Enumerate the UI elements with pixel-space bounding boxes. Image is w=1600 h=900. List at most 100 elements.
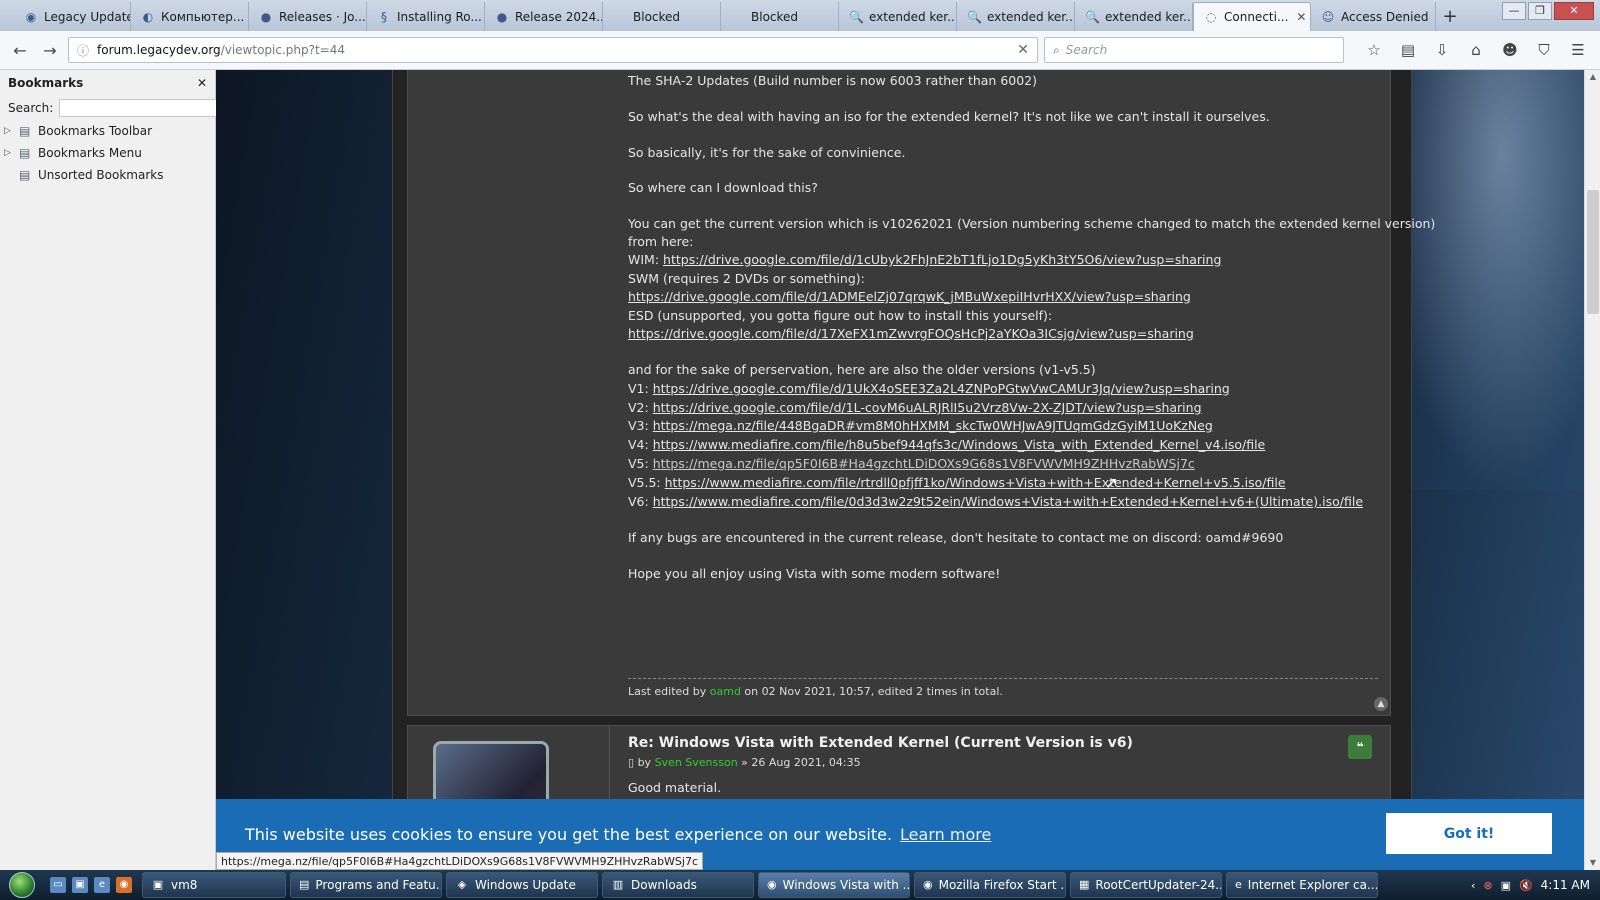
minimize-button[interactable]: —	[1502, 2, 1526, 20]
sidebar-search-input[interactable]	[59, 99, 218, 117]
tab[interactable]: Blocked	[721, 2, 839, 31]
taskbar-button[interactable]: ▤ Programs and Featu...	[290, 872, 442, 898]
taskbar-button[interactable]: ◉ Mozilla Firefox Start ...	[914, 872, 1066, 898]
pocket-icon[interactable]: ⛉	[1534, 41, 1554, 59]
firefox-icon[interactable]: ◉	[116, 877, 132, 893]
bookmark-folder[interactable]: ▤ Unsorted Bookmarks	[0, 164, 215, 186]
chat-icon[interactable]: ☻	[1500, 41, 1520, 59]
back-to-top-icon[interactable]: ▲	[1374, 697, 1388, 711]
download-link[interactable]: https://drive.google.com/file/d/1ADMEelZ…	[628, 289, 1191, 304]
download-link[interactable]: https://www.mediafire.com/file/h8u5bef94…	[653, 437, 1266, 452]
tab[interactable]: ◐ Компьютер...	[131, 2, 249, 31]
quote-button[interactable]: ❝	[1348, 735, 1372, 759]
expand-icon[interactable]: ▷	[4, 148, 14, 158]
sidebar-search-label: Search:	[8, 101, 54, 115]
taskbar-button-label: Windows Update	[475, 878, 576, 892]
link-prefix: V1:	[628, 381, 653, 396]
url-bar[interactable]: ⓘ forum.legacydev.org /viewtopic.php?t=4…	[68, 37, 1038, 63]
quick-launch: ▭ ▣ e ◉	[44, 877, 138, 893]
network-icon[interactable]: ▣	[1501, 879, 1511, 892]
post-line: You can get the current version which is…	[628, 216, 1436, 231]
url-path: /viewtopic.php?t=44	[220, 43, 346, 57]
download-link[interactable]: https://drive.google.com/file/d/1UkX4oSE…	[653, 381, 1230, 396]
site-info-icon[interactable]: ⓘ	[77, 42, 89, 59]
maximize-button[interactable]: ❐	[1528, 2, 1552, 20]
taskbar-button[interactable]: ▣ vm8	[142, 872, 286, 898]
post-line: V1: https://drive.google.com/file/d/1UkX…	[628, 381, 1230, 396]
tab[interactable]: ☺ Access Denied	[1311, 2, 1436, 31]
taskbar-button[interactable]: ◉ Windows Vista with ...	[758, 872, 910, 898]
taskbar-items: ▣ vm8 ▤ Programs and Featu... ◈ Windows Updat…	[138, 872, 1378, 898]
post-line: V6: https://www.mediafire.com/file/0d3d3…	[628, 494, 1363, 509]
tray-expand-icon[interactable]: ‹	[1471, 879, 1475, 892]
author-link[interactable]: Sven Svensson	[655, 756, 738, 769]
page-scrollbar[interactable]: ▲ ▼	[1584, 70, 1600, 870]
download-link[interactable]: https://drive.google.com/file/d/1cUbyk2F…	[663, 252, 1221, 267]
scroll-down-icon[interactable]: ▼	[1585, 856, 1600, 870]
taskbar-button[interactable]: ▦ RootCertUpdater-24...	[1070, 872, 1222, 898]
download-link[interactable]: https://www.mediafire.com/file/rtrdll0pf…	[665, 475, 1286, 490]
volume-icon[interactable]: 🔇	[1519, 879, 1533, 892]
forward-button[interactable]: →	[38, 38, 62, 62]
tab[interactable]: ◌ Connecti... ✕	[1193, 2, 1311, 31]
home-icon[interactable]: ⌂	[1466, 41, 1486, 59]
app-icon: ▤	[299, 878, 310, 891]
window-close-button[interactable]: ✕	[1554, 2, 1594, 20]
show-desktop-icon[interactable]: ▭	[50, 877, 66, 893]
app-icon: ▦	[1079, 878, 1090, 891]
back-button[interactable]: ←	[8, 38, 32, 62]
download-icon[interactable]: ⇩	[1432, 41, 1452, 59]
tab[interactable]: 🔍 extended ker...	[957, 2, 1075, 31]
tab[interactable]: Blocked	[603, 2, 721, 31]
tab[interactable]: ● Releases · Jo...	[249, 2, 367, 31]
bookmark-folder[interactable]: ▷ ▤ Bookmarks Toolbar	[0, 120, 215, 142]
post-line: https://drive.google.com/file/d/17XeFX1m…	[628, 326, 1194, 341]
post-line: V3: https://mega.nz/file/448BgaDR#vm8M0h…	[628, 418, 1213, 433]
tab[interactable]: ◉ Legacy Update	[14, 2, 131, 31]
tab-close-icon[interactable]: ✕	[1288, 10, 1306, 24]
tab-favicon-icon: 🔍	[849, 9, 864, 24]
tab[interactable]: ● Release 2024...	[485, 2, 603, 31]
taskbar-button[interactable]: ▥ Downloads	[602, 872, 754, 898]
sidebar-close-icon[interactable]: ✕	[197, 76, 207, 90]
download-link[interactable]: https://drive.google.com/file/d/17XeFX1m…	[628, 326, 1194, 341]
tab[interactable]: 🔍 extended ker...	[839, 2, 957, 31]
clock[interactable]: 4:11 AM	[1541, 878, 1590, 892]
start-button[interactable]	[0, 870, 44, 900]
search-input[interactable]: ⌕ Search	[1044, 37, 1344, 63]
tray-alert-icon[interactable]: ⊗	[1483, 879, 1492, 892]
post-title[interactable]: Re: Windows Vista with Extended Kernel (…	[628, 735, 1133, 751]
tab[interactable]: § Installing Ro...	[367, 2, 485, 31]
folder-icon: ▤	[19, 146, 31, 160]
app-icon: ▥	[612, 878, 624, 891]
tab-label: Releases · Jo...	[279, 9, 366, 24]
scroll-up-icon[interactable]: ▲	[1585, 70, 1600, 84]
app-icon: ◉	[767, 878, 777, 891]
download-link[interactable]: https://drive.google.com/file/d/1L-covM6…	[653, 400, 1202, 415]
cookie-accept-button[interactable]: Got it!	[1386, 813, 1552, 854]
menu-icon[interactable]: ☰	[1568, 41, 1588, 59]
learn-more-link[interactable]: Learn more	[900, 825, 991, 844]
taskbar-button[interactable]: e Internet Explorer ca...	[1226, 872, 1378, 898]
taskbar-button[interactable]: ◈ Windows Update	[446, 872, 598, 898]
bookmark-star-icon[interactable]: ☆	[1364, 41, 1384, 59]
download-link[interactable]: https://mega.nz/file/448BgaDR#vm8M0hHXMM…	[653, 418, 1213, 433]
reading-list-icon[interactable]: ▤	[1398, 41, 1418, 59]
post-line: SWM (requires 2 DVDs or something):	[628, 271, 865, 286]
system-tray: ‹ ⊗ ▣ 🔇 4:11 AM	[1471, 878, 1600, 892]
stop-icon[interactable]: ✕	[1017, 42, 1029, 58]
tab-favicon-icon	[731, 10, 745, 24]
mouse-cursor-icon: ➚	[1105, 473, 1119, 492]
download-link[interactable]: https://www.mediafire.com/file/0d3d3w2z9…	[653, 494, 1363, 509]
bookmark-folder[interactable]: ▷ ▤ Bookmarks Menu	[0, 142, 215, 164]
scrollbar-thumb[interactable]	[1587, 190, 1599, 314]
explorer-icon[interactable]: ▣	[72, 877, 88, 893]
new-tab-button[interactable]: +	[1436, 2, 1464, 31]
window-controls: — ❐ ✕	[1502, 2, 1594, 20]
tab[interactable]: 🔍 extended ker...	[1075, 2, 1193, 31]
edit-user-link[interactable]: oamd	[710, 685, 741, 698]
expand-icon[interactable]: ▷	[4, 126, 14, 136]
download-link[interactable]: https://mega.nz/file/qp5F0I6B#Ha4gzchtLD…	[653, 456, 1195, 471]
ie-icon[interactable]: e	[94, 877, 110, 893]
tab-favicon-icon	[613, 10, 627, 24]
